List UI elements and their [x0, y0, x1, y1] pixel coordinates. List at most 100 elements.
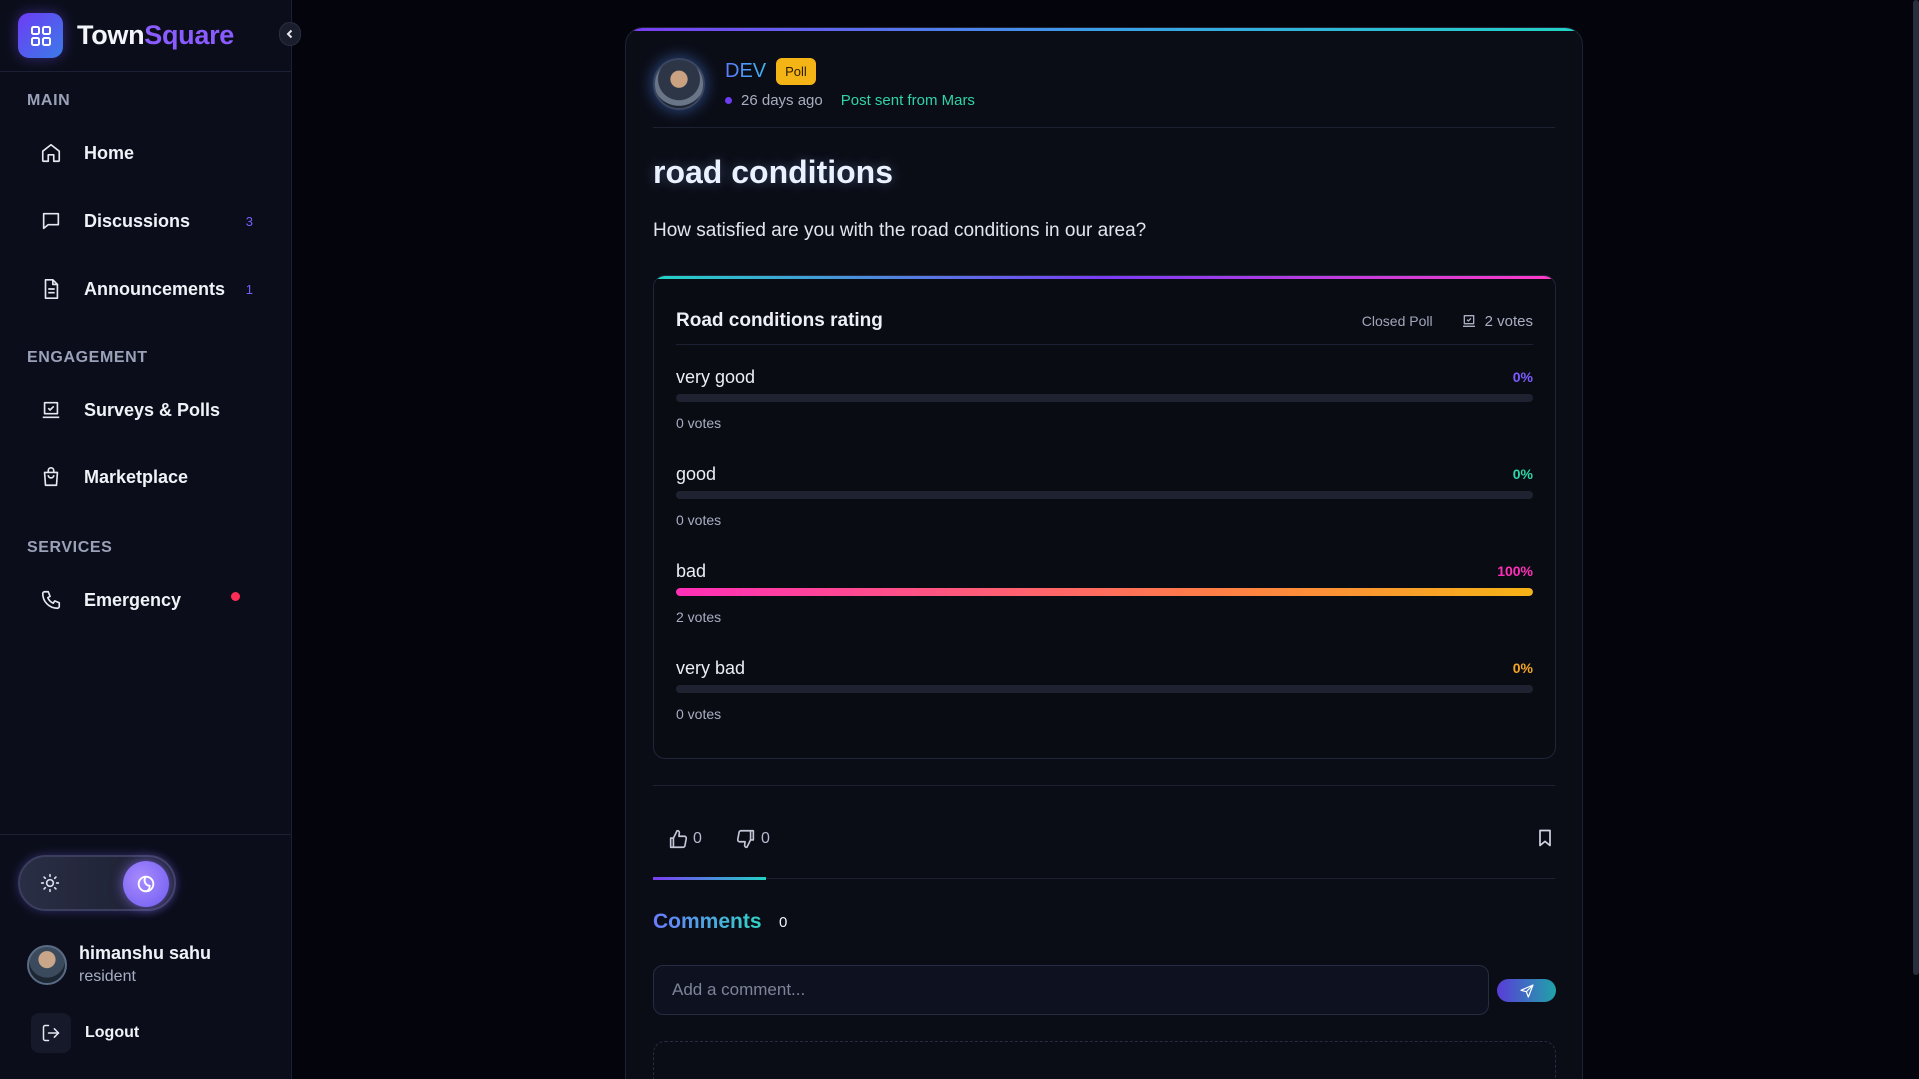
poll-box: Road conditions rating Closed Poll 2 vot…	[653, 275, 1556, 759]
comments-title: Comments	[653, 910, 762, 933]
comments-count: 0	[779, 914, 788, 931]
poll-total-votes-text: 2 votes	[1484, 312, 1533, 330]
poll-option: very bad 0% 0 votes	[676, 658, 1533, 738]
user-name: himanshu sahu	[79, 943, 212, 963]
post-timestamp: 26 days ago	[741, 92, 823, 109]
author-avatar[interactable]	[653, 58, 705, 110]
poll-option-percent: 0%	[1512, 369, 1533, 385]
sidebar-item-surveys-polls[interactable]: Surveys & Polls	[27, 388, 267, 432]
sidebar-item-label: Marketplace	[84, 466, 189, 487]
like-count: 0	[693, 830, 702, 847]
poll-option-percent: 100%	[1497, 563, 1533, 579]
divider	[653, 878, 1555, 879]
dislike-count: 0	[761, 830, 770, 847]
poll-option-percent: 0%	[1512, 660, 1533, 676]
chat-icon	[39, 209, 63, 233]
sidebar-item-label: Surveys & Polls	[84, 399, 221, 420]
poll-option: good 0% 0 votes	[676, 464, 1533, 544]
comment-input[interactable]	[653, 965, 1489, 1015]
sidebar-item-discussions[interactable]: Discussions 3	[27, 199, 267, 243]
brand-name: TownSquare	[77, 20, 234, 51]
logout-button[interactable]: Logout	[31, 1013, 139, 1053]
sidebar-item-home[interactable]: Home	[27, 131, 267, 175]
like-button[interactable]: 0	[667, 828, 702, 850]
user-role: resident	[79, 968, 136, 985]
poll-option-votes: 0 votes	[676, 415, 722, 431]
poll-option-votes: 0 votes	[676, 706, 722, 722]
thumbs-down-icon	[735, 828, 757, 850]
poll-option-votes: 0 votes	[676, 512, 722, 528]
send-icon	[1519, 983, 1534, 998]
bookmark-icon	[1539, 829, 1551, 847]
sidebar-item-announcements[interactable]: Announcements 1	[27, 267, 267, 311]
post-author: DEV Poll	[725, 58, 816, 85]
logout-icon	[31, 1013, 71, 1053]
poll-title: Road conditions rating	[676, 310, 883, 331]
chevron-left-icon	[286, 29, 293, 39]
comments-accent-bar	[653, 877, 766, 880]
post-type-badge: Poll	[776, 58, 816, 85]
alert-dot	[231, 592, 240, 601]
shopping-bag-icon	[39, 465, 63, 489]
divider	[653, 785, 1555, 786]
brand-name-part1: Town	[77, 20, 145, 50]
sidebar-item-label: Discussions	[84, 210, 191, 231]
section-label-main: MAIN	[27, 92, 71, 109]
brand: TownSquare	[0, 0, 301, 72]
poll-option-progress-bar	[676, 685, 1533, 693]
phone-icon	[39, 588, 63, 612]
sidebar-item-label: Home	[84, 142, 135, 163]
section-label-engagement: ENGAGEMENT	[27, 349, 148, 366]
comments-empty-area	[653, 1041, 1556, 1079]
sidebar: TownSquare MAIN Home Discussions 3 Annou…	[0, 0, 301, 1079]
poll-icon	[1461, 313, 1477, 329]
sun-icon	[37, 870, 63, 896]
moon-icon	[123, 861, 169, 907]
post-card: DEV Poll 26 days ago Post sent from Mars…	[625, 27, 1583, 1079]
status-dot	[725, 97, 732, 104]
collapse-sidebar-button[interactable]	[279, 22, 301, 46]
poll-option: very good 0% 0 votes	[676, 367, 1533, 447]
poll-option-label: good	[676, 464, 717, 484]
poll-total-votes: 2 votes	[1461, 313, 1533, 330]
poll-option-label: very good	[676, 367, 756, 387]
divider	[653, 127, 1555, 128]
divider	[676, 344, 1533, 345]
user-profile[interactable]: himanshu sahu resident	[27, 943, 211, 986]
thumbs-up-icon	[667, 828, 689, 850]
poll-option: bad 100% 2 votes	[676, 561, 1533, 641]
unread-count-badge: 3	[245, 213, 253, 229]
theme-toggle[interactable]	[18, 855, 176, 911]
bookmark-button[interactable]	[1535, 827, 1555, 854]
dashboard-grid-icon[interactable]	[18, 13, 63, 58]
logout-label: Logout	[85, 1024, 140, 1041]
poll-option-percent: 0%	[1512, 466, 1533, 482]
home-icon	[39, 141, 63, 165]
document-icon	[39, 277, 63, 301]
dislike-button[interactable]: 0	[735, 828, 770, 850]
avatar	[27, 944, 67, 985]
poll-option-progress-bar	[676, 491, 1533, 499]
sidebar-item-marketplace[interactable]: Marketplace	[27, 455, 267, 499]
sidebar-footer: himanshu sahu resident Logout	[0, 834, 292, 1079]
sidebar-item-emergency[interactable]: Emergency	[27, 578, 267, 622]
poll-option-progress-bar	[676, 394, 1533, 402]
section-label-services: SERVICES	[27, 539, 113, 556]
sidebar-item-label: Announcements	[84, 278, 226, 299]
sidebar-item-label: Emergency	[84, 589, 182, 610]
page-scrollbar[interactable]	[1913, 0, 1919, 975]
poll-option-label: bad	[676, 561, 707, 581]
send-comment-button[interactable]	[1497, 979, 1556, 1002]
author-name[interactable]: DEV	[725, 60, 766, 83]
brand-name-part2: Square	[144, 20, 235, 50]
poll-option-progress-fill	[676, 588, 1533, 596]
poll-icon	[39, 398, 63, 422]
post-meta: 26 days ago Post sent from Mars	[725, 92, 975, 109]
post-title: road conditions	[653, 154, 893, 190]
poll-option-progress-bar	[676, 588, 1533, 596]
poll-option-label: very bad	[676, 658, 746, 678]
post-location: Post sent from Mars	[840, 92, 975, 109]
post-body: How satisfied are you with the road cond…	[653, 220, 1147, 241]
unread-count-badge: 1	[245, 281, 253, 297]
poll-header: Road conditions rating Closed Poll 2 vot…	[676, 301, 1533, 341]
